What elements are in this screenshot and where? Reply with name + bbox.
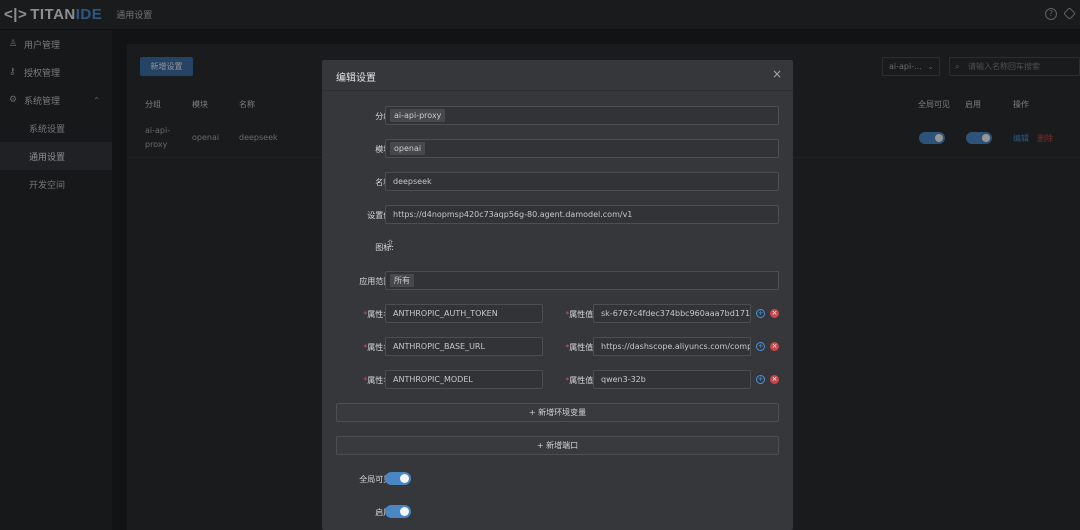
env-value-field[interactable]: https://dashscope.aliyuncs.com/compat — [593, 337, 751, 356]
add-circle-icon[interactable]: + — [756, 309, 765, 318]
scope-chip: 所有 — [390, 274, 414, 287]
name-field[interactable]: deepseek — [385, 172, 779, 191]
module-select[interactable]: openai — [385, 139, 779, 158]
modal-title: 编辑设置 — [336, 73, 376, 84]
close-icon[interactable]: × — [772, 67, 782, 81]
upload-icon[interactable]: ⇪ — [386, 239, 394, 250]
add-env-variable-button[interactable]: + 新增环境变量 — [336, 403, 779, 422]
env-value-field[interactable]: qwen3-32b — [593, 370, 751, 389]
env-name-field[interactable]: ANTHROPIC_BASE_URL — [385, 337, 543, 356]
env-value-label: *属性值: — [565, 310, 596, 319]
env-value-field[interactable]: sk-6767c4fdec374bbc960aaa7bd1710ae — [593, 304, 751, 323]
remove-circle-icon[interactable]: × — [770, 309, 779, 318]
global-visible-switch[interactable] — [385, 472, 411, 485]
module-chip: openai — [390, 142, 426, 155]
remove-circle-icon[interactable]: × — [770, 342, 779, 351]
env-value-label: *属性值: — [565, 376, 596, 385]
modal-header: 编辑设置 × — [322, 60, 793, 91]
edit-setting-modal: 编辑设置 × 分组: ai-api-proxy 模块: openai 名称: d… — [322, 60, 793, 530]
add-circle-icon[interactable]: + — [756, 375, 765, 384]
env-name-field[interactable]: ANTHROPIC_MODEL — [385, 370, 543, 389]
env-name-field[interactable]: ANTHROPIC_AUTH_TOKEN — [385, 304, 543, 323]
setting-value-field[interactable]: https://d4nopmsp420c73aqp56g-80.agent.da… — [385, 205, 779, 224]
group-chip: ai-api-proxy — [390, 109, 446, 122]
enabled-switch[interactable] — [385, 505, 411, 518]
add-port-button[interactable]: + 新增端口 — [336, 436, 779, 455]
add-circle-icon[interactable]: + — [756, 342, 765, 351]
scope-select[interactable]: 所有 — [385, 271, 779, 290]
env-value-label: *属性值: — [565, 343, 596, 352]
group-select[interactable]: ai-api-proxy — [385, 106, 779, 125]
remove-circle-icon[interactable]: × — [770, 375, 779, 384]
